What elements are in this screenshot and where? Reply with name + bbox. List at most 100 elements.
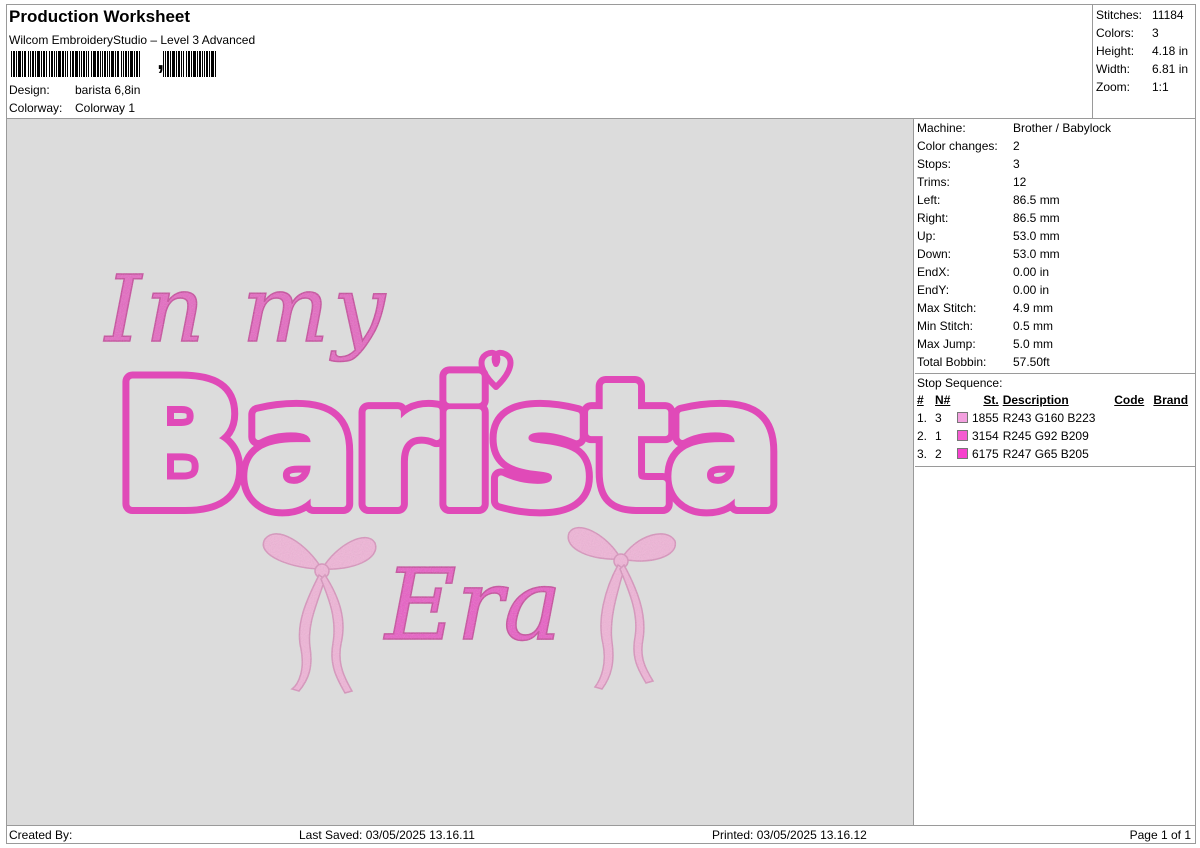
stop-sequence-divider: [915, 463, 1196, 467]
detail-value: 57.50ft: [1013, 355, 1050, 369]
detail-value: Brother / Babylock: [1013, 121, 1112, 135]
detail-row: Trims: 12: [915, 173, 1196, 191]
detail-row: Up: 53.0 mm: [915, 227, 1196, 245]
zoom-label: Zoom:: [1096, 80, 1131, 94]
col-swatch: [955, 391, 970, 409]
detail-value: 0.00 in: [1013, 265, 1050, 279]
machine-details: Machine: Brother / Babylock Color changes:…: [915, 119, 1196, 467]
barcode-bar: [215, 51, 216, 77]
zoom-value: 1:1: [1152, 80, 1169, 94]
bow-left-icon: [262, 533, 377, 694]
detail-value: 53.0 mm: [1013, 247, 1060, 261]
detail-row: EndY: 0.00 in: [915, 281, 1196, 299]
artwork-text-era: Era: [383, 549, 562, 663]
page-title: Production Worksheet: [9, 7, 191, 26]
detail-row: Color changes: 2: [915, 137, 1196, 155]
colors-value: 3: [1152, 26, 1159, 40]
last-saved: Last Saved: 03/05/2025 13.16.11: [299, 828, 475, 842]
detail-label: Min Stitch:: [917, 319, 974, 333]
colorway-value: Colorway 1: [75, 101, 136, 115]
detail-row: Right: 86.5 mm: [915, 209, 1196, 227]
embroidery-artwork: In my Barista Barista Era: [102, 255, 791, 694]
stop-swatch: [955, 445, 970, 463]
color-swatch: [957, 412, 968, 423]
design-row: Design: barista 6,8in: [9, 83, 140, 97]
footer: Created By: Last Saved: 03/05/2025 13.16…: [7, 825, 1195, 844]
stop-num: 2.: [917, 429, 928, 443]
colorway-label: Colorway:: [9, 101, 63, 115]
barcode-bar: [139, 51, 140, 77]
stop-swatch: [955, 427, 970, 445]
detail-label: EndX:: [917, 265, 950, 279]
detail-row: Max Jump: 5.0 mm: [915, 335, 1196, 353]
stop-num: 1.: [917, 411, 928, 425]
colorway-row: Colorway: Colorway 1: [9, 101, 135, 115]
detail-label: Right:: [917, 211, 949, 225]
design-value: barista 6,8in: [75, 83, 141, 97]
detail-row: Down: 53.0 mm: [915, 245, 1196, 263]
detail-value: 0.5 mm: [1013, 319, 1054, 333]
colors-label: Colors:: [1096, 26, 1135, 40]
detail-label: Max Jump:: [917, 337, 976, 351]
height-label: Height:: [1096, 44, 1135, 58]
detail-row: Min Stitch: 0.5 mm: [915, 317, 1196, 335]
height-value: 4.18 in: [1152, 44, 1189, 58]
detail-row: Machine: Brother / Babylock: [915, 119, 1196, 137]
detail-value: 0.00 in: [1013, 283, 1050, 297]
details-list: Machine: Brother / Babylock Color changes:…: [915, 119, 1196, 371]
bow-right-icon: [567, 527, 676, 690]
height-row: Height: 4.18 in: [1093, 42, 1196, 60]
stitches-value: 11184: [1152, 8, 1184, 22]
detail-label: Max Stitch:: [917, 301, 977, 315]
col-num: #: [917, 393, 924, 407]
stop-row: 1. 3 1855 R243 G160 B223: [915, 409, 1196, 427]
artwork-text-in-my: In my: [103, 256, 389, 363]
stop-stitches: 6175: [972, 447, 999, 461]
col-brand: Brand: [1153, 393, 1189, 407]
detail-label: Trims:: [917, 175, 950, 189]
detail-value: 86.5 mm: [1013, 193, 1060, 207]
page-number: Page 1 of 1: [1129, 828, 1191, 842]
design-label: Design:: [9, 83, 50, 97]
detail-value: 53.0 mm: [1013, 229, 1060, 243]
stop-stitches: 1855: [972, 411, 999, 425]
col-st: St.: [983, 393, 999, 407]
stop-needle: 2: [935, 447, 942, 461]
stop-brand: [1151, 409, 1196, 427]
detail-row: Max Stitch: 4.9 mm: [915, 299, 1196, 317]
stop-row: 2. 1 3154 R245 G92 B209: [915, 427, 1196, 445]
detail-label: Up:: [917, 229, 936, 243]
width-label: Width:: [1096, 62, 1131, 76]
color-swatch: [957, 430, 968, 441]
design-preview: In my Barista Barista Era: [7, 119, 914, 825]
detail-label: Down:: [917, 247, 952, 261]
detail-value: 2: [1013, 139, 1020, 153]
stop-description: R243 G160 B223: [1002, 411, 1096, 425]
stop-description: R245 G92 B209: [1002, 429, 1089, 443]
stop-sequence-table: # N# St. Description Code Brand 1. 3 1855 R…: [915, 391, 1196, 463]
barcode: [11, 51, 140, 77]
stop-code: [1112, 427, 1151, 445]
detail-row: Stops: 3: [915, 155, 1196, 173]
detail-label: Machine:: [917, 121, 966, 135]
header: Production Worksheet Wilcom EmbroiderySt…: [7, 5, 1092, 118]
stop-code: [1112, 409, 1151, 427]
stitches-row: Stitches: 11184: [1093, 6, 1196, 24]
width-value: 6.81 in: [1152, 62, 1189, 76]
stop-stitches: 3154: [972, 429, 999, 443]
created-by: Created By:: [9, 828, 73, 842]
detail-value: 3: [1013, 157, 1020, 171]
stop-swatch: [955, 409, 970, 427]
barcode-secondary: [163, 51, 216, 77]
stop-brand: [1151, 445, 1196, 463]
colors-row: Colors: 3: [1093, 24, 1196, 42]
detail-row: EndX: 0.00 in: [915, 263, 1196, 281]
stop-sequence-title: Stop Sequence:: [915, 373, 1196, 391]
col-n: N#: [935, 393, 951, 407]
printed-date: Printed: 03/05/2025 13.16.12: [712, 828, 867, 842]
col-description: Description: [1002, 393, 1069, 407]
color-swatch: [957, 448, 968, 459]
col-code: Code: [1114, 393, 1145, 407]
summary-panel: Stitches: 11184 Colors: 3 Height: 4.18 in W…: [1092, 5, 1196, 118]
software-name: Wilcom EmbroideryStudio – Level 3 Advanc…: [9, 33, 256, 47]
